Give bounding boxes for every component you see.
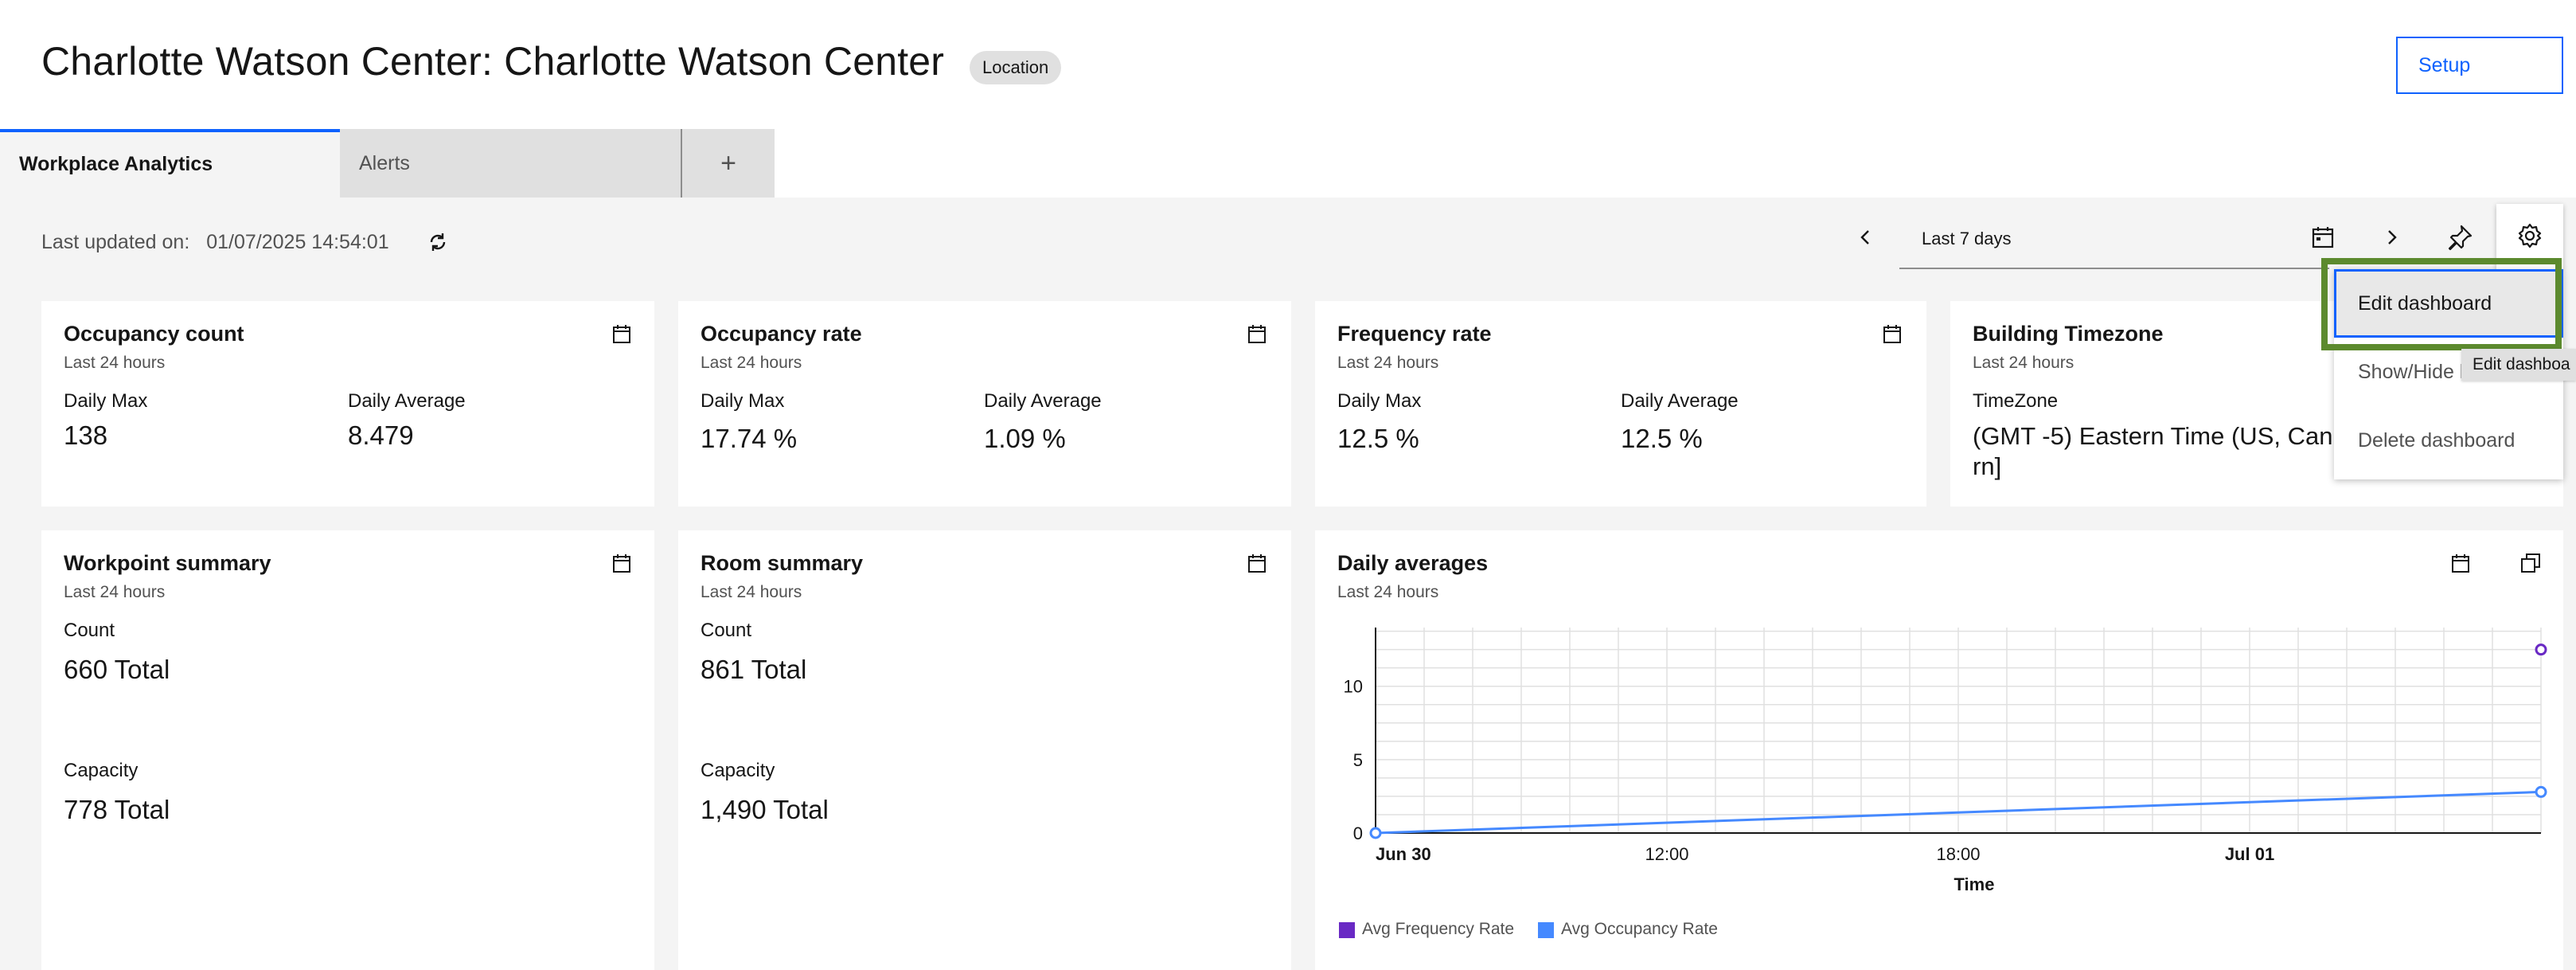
menu-item-delete-dashboard[interactable]: Delete dashboard xyxy=(2334,406,2563,475)
card-subtitle: Last 24 hours xyxy=(64,583,166,601)
card-workpoint-summary: Workpoint summary Last 24 hours Count 66… xyxy=(41,530,654,970)
legend-swatch-occupancy xyxy=(1538,922,1554,938)
card-title: Occupancy rate xyxy=(701,322,862,346)
data-point-frequency xyxy=(2535,643,2547,656)
gear-icon xyxy=(2518,223,2542,248)
daily-average-label: Daily Average xyxy=(984,390,1102,412)
tab-alerts[interactable]: Alerts xyxy=(340,129,682,198)
calendar-icon[interactable] xyxy=(1880,322,1904,346)
calendar-icon[interactable] xyxy=(610,551,634,575)
daily-max-label: Daily Max xyxy=(1337,390,1422,412)
tab-bar: Workplace Analytics Alerts + xyxy=(0,129,775,198)
legend-swatch-frequency xyxy=(1339,922,1355,938)
refresh-icon[interactable] xyxy=(425,229,451,255)
legend-label-occupancy: Avg Occupancy Rate xyxy=(1561,920,1718,938)
page-title: Charlotte Watson Center: Charlotte Watso… xyxy=(41,39,945,84)
calendar-icon[interactable] xyxy=(2449,551,2473,575)
card-occupancy-rate: Occupancy rate Last 24 hours Daily Max 1… xyxy=(678,301,1291,507)
calendar-icon[interactable] xyxy=(1245,551,1269,575)
timezone-value-line2: rn] xyxy=(1973,452,2002,480)
card-subtitle: Last 24 hours xyxy=(1337,583,1439,601)
data-point-occupancy xyxy=(1369,827,1382,839)
timezone-value-line1: (GMT -5) Eastern Time (US, Can xyxy=(1973,422,2333,450)
x-axis-title: Time xyxy=(1954,874,1995,894)
capacity-value: 778 Total xyxy=(64,795,170,824)
add-tab-button[interactable]: + xyxy=(682,129,775,198)
capacity-label: Capacity xyxy=(64,760,139,781)
tooltip: Edit dashboa xyxy=(2461,349,2576,381)
y-tick-label: 10 xyxy=(1344,677,1363,697)
card-room-summary: Room summary Last 24 hours Count 861 Tot… xyxy=(678,530,1291,970)
count-value: 861 Total xyxy=(701,655,807,684)
card-occupancy-count: Occupancy count Last 24 hours Daily Max … xyxy=(41,301,654,507)
daily-max-label: Daily Max xyxy=(701,390,785,412)
card-subtitle: Last 24 hours xyxy=(64,354,166,372)
pin-icon[interactable] xyxy=(2444,221,2476,253)
calendar-icon[interactable] xyxy=(1245,322,1269,346)
legend-label-frequency: Avg Frequency Rate xyxy=(1362,920,1515,938)
daily-max-value: 12.5 % xyxy=(1337,424,1419,453)
card-subtitle: Last 24 hours xyxy=(701,354,802,372)
count-label: Count xyxy=(64,620,115,641)
tab-workplace-analytics[interactable]: Workplace Analytics xyxy=(0,129,340,198)
card-subtitle: Last 24 hours xyxy=(1337,354,1439,372)
card-title: Occupancy count xyxy=(64,322,244,346)
daily-averages-chart: 0 5 10 Jun 30 12:00 18:00 Jul 01 Time xyxy=(1344,628,2547,894)
daily-max-value: 17.74 % xyxy=(701,424,798,453)
last-updated-label: Last updated on: xyxy=(41,231,190,253)
x-tick-label: 18:00 xyxy=(1936,844,1980,864)
card-subtitle: Last 24 hours xyxy=(701,583,802,601)
last-updated-value: 01/07/2025 14:54:01 xyxy=(206,231,389,253)
daily-max-label: Daily Max xyxy=(64,390,148,412)
card-title: Room summary xyxy=(701,551,864,575)
count-label: Count xyxy=(701,620,752,641)
daily-average-label: Daily Average xyxy=(1621,390,1739,412)
daily-average-label: Daily Average xyxy=(348,390,466,412)
card-title: Frequency rate xyxy=(1337,322,1492,346)
date-range-picker[interactable]: Last 7 days xyxy=(1899,212,2329,269)
x-tick-label: Jul 01 xyxy=(2225,844,2274,864)
last-updated: Last updated on: 01/07/2025 14:54:01 xyxy=(41,231,389,254)
y-tick-label: 0 xyxy=(1353,823,1363,843)
previous-range-icon[interactable] xyxy=(1852,223,1880,252)
timezone-label: TimeZone xyxy=(1973,390,2059,412)
daily-average-value: 12.5 % xyxy=(1621,424,1703,453)
daily-max-value: 138 xyxy=(64,420,108,450)
next-range-icon[interactable] xyxy=(2377,223,2406,252)
y-tick-label: 5 xyxy=(1353,750,1363,770)
setup-button[interactable]: Setup xyxy=(2396,37,2563,94)
x-tick-label: Jun 30 xyxy=(1376,844,1431,864)
daily-average-value: 1.09 % xyxy=(984,424,1066,453)
calendar-icon[interactable] xyxy=(610,322,634,346)
calendar-icon[interactable] xyxy=(2309,223,2337,252)
count-value: 660 Total xyxy=(64,655,170,684)
location-tag: Location xyxy=(970,51,1062,84)
capacity-label: Capacity xyxy=(701,760,775,781)
capacity-value: 1,490 Total xyxy=(701,795,829,824)
daily-average-value: 8.479 xyxy=(348,420,414,450)
card-title: Workpoint summary xyxy=(64,551,271,575)
highlight-frame xyxy=(2321,258,2562,350)
card-title: Daily averages xyxy=(1337,551,1489,575)
data-point-occupancy xyxy=(2535,785,2547,798)
card-subtitle: Last 24 hours xyxy=(1973,354,2074,372)
expand-icon[interactable] xyxy=(2519,551,2543,575)
x-tick-label: 12:00 xyxy=(1645,844,1688,864)
card-frequency-rate: Frequency rate Last 24 hours Daily Max 1… xyxy=(1315,301,1926,507)
page-header: Charlotte Watson Center: Charlotte Watso… xyxy=(0,0,2576,129)
card-title: Building Timezone xyxy=(1973,322,2164,346)
